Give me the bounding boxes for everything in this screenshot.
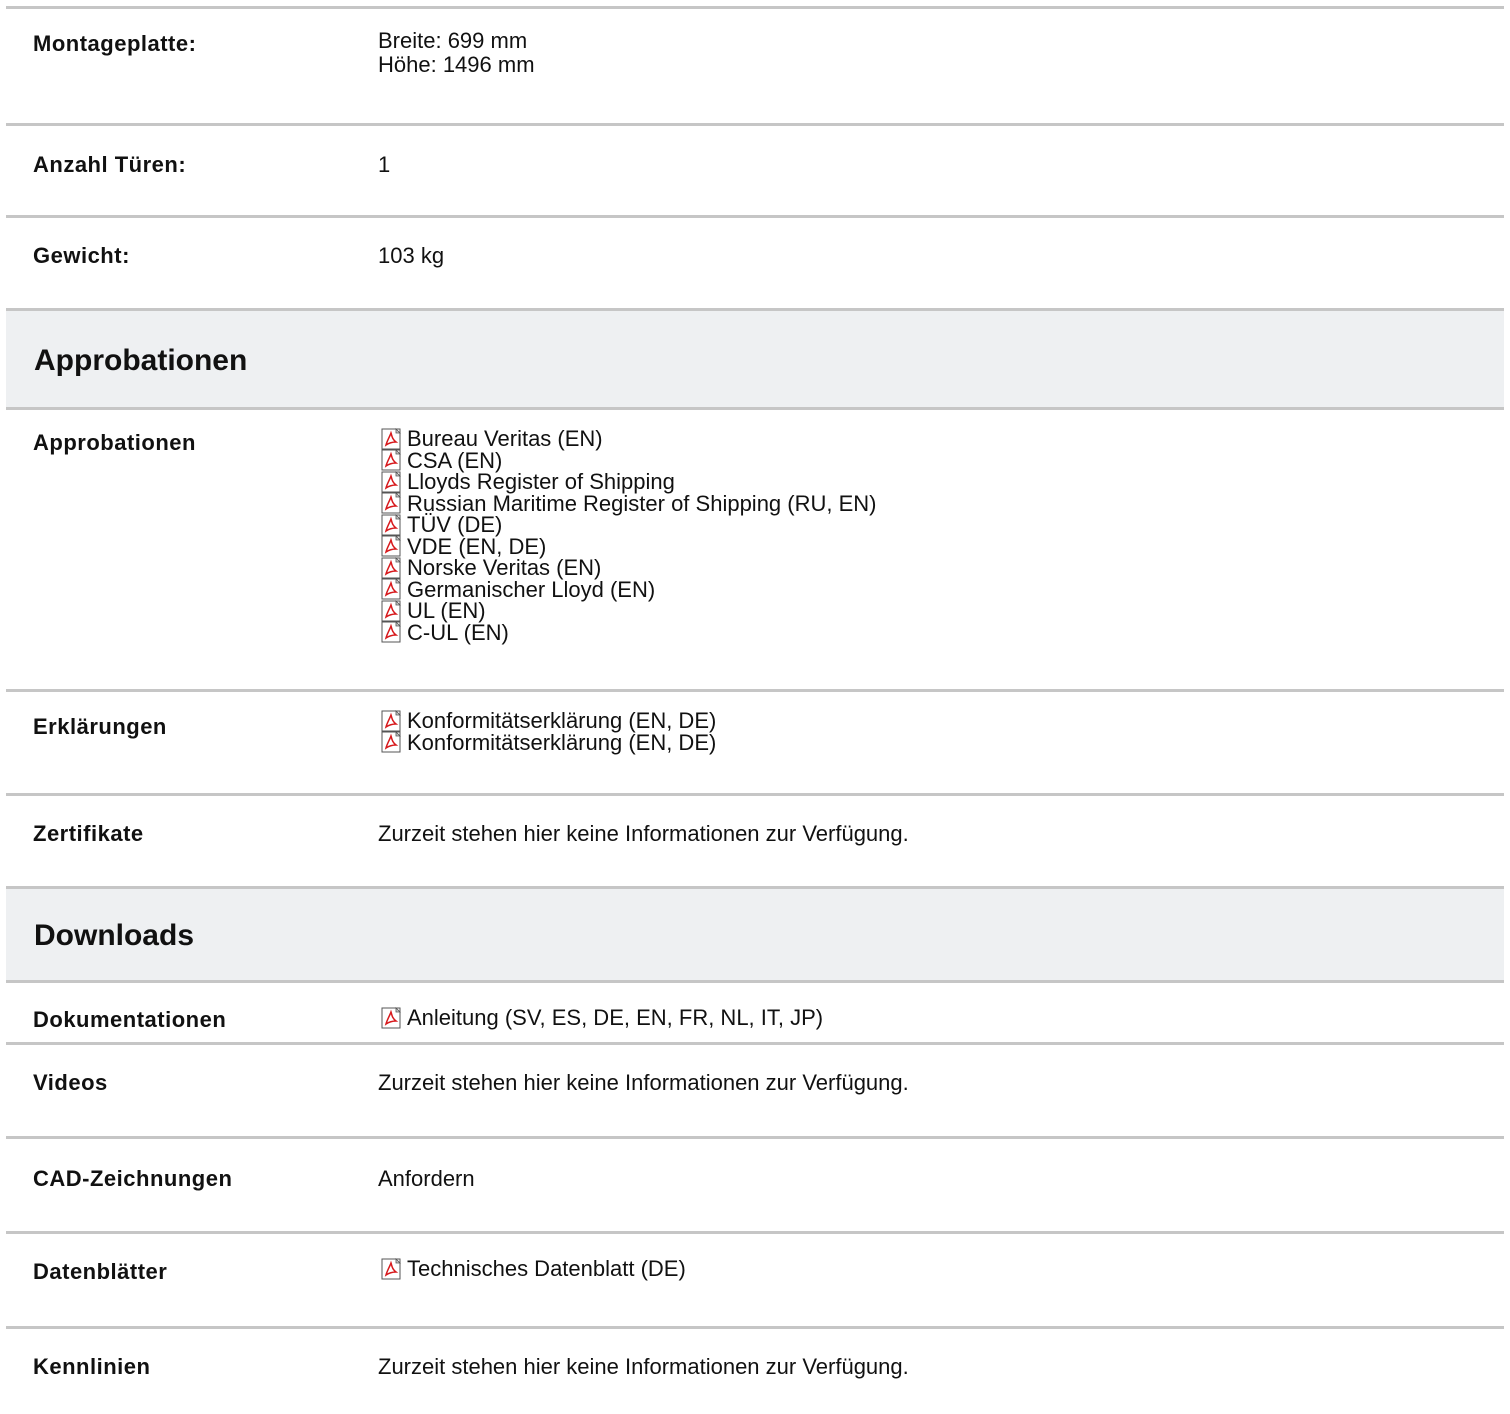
approval-document-link[interactable]: Russian Maritime Register of Shipping (R… — [407, 492, 877, 515]
approval-document[interactable]: TÜV (DE) — [380, 514, 877, 536]
declaration-document[interactable]: Konformitätserklärung (EN, DE) — [380, 710, 716, 732]
documentation-row: Dokumentationen Anleitung (SV, ES, DE, E… — [6, 983, 1504, 1045]
videos-value: Zurzeit stehen hier keine Informationen … — [378, 1070, 909, 1095]
pdf-icon — [380, 731, 402, 753]
approval-document-link[interactable]: VDE (EN, DE) — [407, 535, 546, 558]
approval-document[interactable]: C-UL (EN) — [380, 621, 877, 644]
characteristics-row: Kennlinien Zurzeit stehen hier keine Info… — [6, 1329, 1504, 1414]
characteristics-value: Zurzeit stehen hier keine Informationen … — [378, 1354, 909, 1379]
section-title: Approbationen — [34, 344, 248, 377]
cad-label: CAD-Zeichnungen — [33, 1166, 233, 1191]
documentation-list: Anleitung (SV, ES, DE, EN, FR, NL, IT, J… — [380, 1005, 823, 1031]
spec-label: Gewicht: — [33, 243, 130, 268]
approval-document-link[interactable]: CSA (EN) — [407, 449, 502, 472]
product-details-page: Montageplatte: Breite: 699 mm Höhe: 1496… — [0, 0, 1510, 1414]
approvals-label: Approbationen — [33, 430, 196, 455]
spec-value: 1 — [378, 152, 391, 177]
pdf-icon — [380, 1007, 402, 1029]
pdf-icon — [380, 427, 402, 450]
approval-document-link[interactable]: C-UL (EN) — [407, 621, 509, 644]
documentation-document-link[interactable]: Anleitung (SV, ES, DE, EN, FR, NL, IT, J… — [407, 1005, 823, 1031]
declaration-document[interactable]: Konformitätserklärung (EN, DE) — [380, 731, 716, 754]
pdf-icon — [380, 1258, 402, 1280]
spec-row-doors: Anzahl Türen: 1 — [6, 126, 1504, 218]
approval-document-link[interactable]: Lloyds Register of Shipping — [407, 471, 675, 493]
approval-document-link[interactable]: Bureau Veritas (EN) — [407, 428, 603, 450]
approval-document[interactable]: Russian Maritime Register of Shipping (R… — [380, 492, 877, 515]
approval-document[interactable]: Germanischer Lloyd (EN) — [380, 578, 877, 601]
approval-document[interactable]: Lloyds Register of Shipping — [380, 471, 877, 493]
pdf-icon — [380, 513, 402, 536]
section-title: Downloads — [34, 919, 195, 952]
datasheets-row: Datenblätter Technisches Datenblatt (DE) — [6, 1234, 1504, 1329]
cad-row: CAD-Zeichnungen Anfordern — [6, 1139, 1504, 1234]
section-approvals: Approbationen — [6, 311, 1504, 410]
pdf-icon — [380, 709, 402, 732]
datasheets-label: Datenblätter — [33, 1259, 168, 1284]
spec-label: Montageplatte: — [33, 31, 197, 56]
documentation-label: Dokumentationen — [33, 1007, 227, 1032]
approval-document[interactable]: UL (EN) — [380, 600, 877, 622]
datasheets-list: Technisches Datenblatt (DE) — [380, 1256, 686, 1282]
videos-row: Videos Zurzeit stehen hier keine Informa… — [6, 1045, 1504, 1139]
spec-row-mounting-plate: Montageplatte: Breite: 699 mm Höhe: 1496… — [6, 9, 1504, 126]
pdf-icon — [380, 578, 402, 600]
spec-label: Anzahl Türen: — [33, 152, 187, 177]
approval-document[interactable]: CSA (EN) — [380, 449, 877, 472]
certificates-row: Zertifikate Zurzeit stehen hier keine In… — [6, 796, 1504, 889]
approval-document[interactable]: Bureau Veritas (EN) — [380, 428, 877, 450]
datasheet-document-link[interactable]: Technisches Datenblatt (DE) — [407, 1256, 686, 1282]
approval-document-link[interactable]: Norske Veritas (EN) — [407, 557, 601, 579]
videos-label: Videos — [33, 1070, 108, 1095]
datasheet-document[interactable]: Technisches Datenblatt (DE) — [380, 1256, 686, 1282]
declaration-document-link[interactable]: Konformitätserklärung (EN, DE) — [407, 710, 716, 732]
approval-document[interactable]: VDE (EN, DE) — [380, 535, 877, 558]
spec-row-weight: Gewicht: 103 kg — [6, 218, 1504, 311]
spec-value: Breite: 699 mm Höhe: 1496 mm — [378, 29, 535, 77]
pdf-icon — [380, 492, 402, 514]
declarations-list: Konformitätserklärung (EN, DE) Konformitä… — [380, 710, 716, 753]
pdf-icon — [380, 535, 402, 557]
certificates-label: Zertifikate — [33, 821, 144, 846]
documentation-document[interactable]: Anleitung (SV, ES, DE, EN, FR, NL, IT, J… — [380, 1005, 823, 1031]
pdf-icon — [380, 621, 402, 643]
section-downloads: Downloads — [6, 889, 1504, 983]
pdf-icon — [380, 449, 402, 471]
characteristics-label: Kennlinien — [33, 1354, 151, 1379]
certificates-value: Zurzeit stehen hier keine Informationen … — [378, 821, 909, 846]
approval-document-link[interactable]: Germanischer Lloyd (EN) — [407, 578, 655, 601]
declaration-document-link[interactable]: Konformitätserklärung (EN, DE) — [407, 731, 716, 754]
cad-request-link[interactable]: Anfordern — [378, 1166, 475, 1192]
approval-document-link[interactable]: TÜV (DE) — [407, 514, 502, 536]
declarations-row: Erklärungen Konformitätserklärung (EN, D… — [6, 692, 1504, 796]
approvals-row: Approbationen Bureau Veritas (EN) CSA (EN… — [6, 410, 1504, 692]
spec-value: 103 kg — [378, 243, 445, 268]
mounting-plate-width: Breite: 699 mm — [378, 28, 528, 53]
pdf-icon — [380, 599, 402, 622]
pdf-icon — [380, 470, 402, 493]
approval-document-link[interactable]: UL (EN) — [407, 600, 486, 622]
approval-document[interactable]: Norske Veritas (EN) — [380, 557, 877, 579]
mounting-plate-height: Höhe: 1496 mm — [378, 52, 535, 77]
approvals-list: Bureau Veritas (EN) CSA (EN) Lloyds Regist… — [380, 428, 877, 643]
declarations-label: Erklärungen — [33, 714, 167, 739]
pdf-icon — [380, 556, 402, 579]
